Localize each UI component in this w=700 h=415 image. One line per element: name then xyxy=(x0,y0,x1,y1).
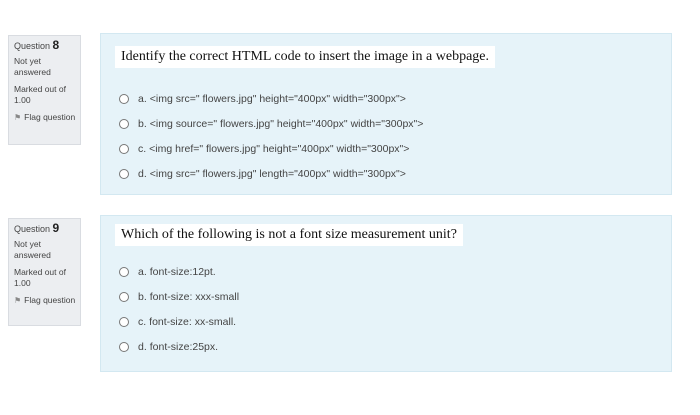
answer-option-d[interactable]: d. <img src=" flowers.jpg" length="400px… xyxy=(119,161,423,186)
question-state: Not yet answered xyxy=(14,56,51,77)
question-grade: Marked out of 1.00 xyxy=(14,84,66,105)
option-letter: d. xyxy=(138,167,147,180)
answer-option-c[interactable]: c. font-size: xx-small. xyxy=(119,309,239,334)
question-number-value: 9 xyxy=(52,221,60,235)
radio-button[interactable] xyxy=(119,118,129,129)
answer-options: a. font-size:12pt. b. font-size: xxx-sma… xyxy=(119,259,239,359)
option-letter: a. xyxy=(138,92,147,105)
answer-option-a[interactable]: a. font-size:12pt. xyxy=(119,259,239,284)
answer-option-d[interactable]: d. font-size:25px. xyxy=(119,334,239,359)
flag-icon: ⚑ xyxy=(14,296,22,305)
radio-button[interactable] xyxy=(119,316,129,327)
flag-question-button[interactable]: ⚑ Flag question xyxy=(14,295,76,306)
question-number: Question 9 xyxy=(14,221,76,235)
answer-option-b[interactable]: b. <img source=" flowers.jpg" height="40… xyxy=(119,111,423,136)
option-text: font-size:25px. xyxy=(149,340,219,353)
question-info-panel: Question 8 Not yet answered Marked out o… xyxy=(8,35,81,145)
flag-question-label: Flag question xyxy=(24,295,76,305)
answer-option-b[interactable]: b. font-size: xxx-small xyxy=(119,284,239,309)
option-letter: c. xyxy=(138,142,147,155)
question-content: Identify the correct HTML code to insert… xyxy=(100,33,672,195)
option-text: font-size: xxx-small xyxy=(149,290,240,303)
flag-question-button[interactable]: ⚑ Flag question xyxy=(14,112,76,123)
question-number-prefix: Question xyxy=(14,224,51,234)
option-letter: d. xyxy=(138,340,147,353)
option-text: font-size:12pt. xyxy=(149,265,216,278)
question-info-panel: Question 9 Not yet answered Marked out o… xyxy=(8,218,81,326)
radio-button[interactable] xyxy=(119,93,129,104)
option-letter: b. xyxy=(138,117,147,130)
question-content: Which of the following is not a font siz… xyxy=(100,215,672,372)
question-grade: Marked out of 1.00 xyxy=(14,267,66,288)
option-letter: a. xyxy=(138,265,147,278)
question-number: Question 8 xyxy=(14,38,76,52)
question-state: Not yet answered xyxy=(14,239,51,260)
question-number-value: 8 xyxy=(52,38,60,52)
option-text: <img source=" flowers.jpg" height="400px… xyxy=(149,117,424,130)
answer-option-a[interactable]: a. <img src=" flowers.jpg" height="400px… xyxy=(119,86,423,111)
question-text: Identify the correct HTML code to insert… xyxy=(115,46,496,68)
option-text: font-size: xx-small. xyxy=(149,315,237,328)
radio-button[interactable] xyxy=(119,143,129,154)
radio-button[interactable] xyxy=(119,291,129,302)
flag-question-label: Flag question xyxy=(24,112,76,122)
option-text: <img src=" flowers.jpg" height="400px" w… xyxy=(149,92,406,105)
answer-options: a. <img src=" flowers.jpg" height="400px… xyxy=(119,86,423,186)
question-number-prefix: Question xyxy=(14,41,51,51)
radio-button[interactable] xyxy=(119,266,129,277)
option-text: <img src=" flowers.jpg" length="400px" w… xyxy=(149,167,406,180)
option-letter: b. xyxy=(138,290,147,303)
option-letter: c. xyxy=(138,315,147,328)
flag-icon: ⚑ xyxy=(14,113,22,122)
option-text: <img href=" flowers.jpg" height="400px" … xyxy=(149,142,410,155)
question-text: Which of the following is not a font siz… xyxy=(115,224,463,246)
answer-option-c[interactable]: c. <img href=" flowers.jpg" height="400p… xyxy=(119,136,423,161)
radio-button[interactable] xyxy=(119,168,129,179)
radio-button[interactable] xyxy=(119,341,129,352)
